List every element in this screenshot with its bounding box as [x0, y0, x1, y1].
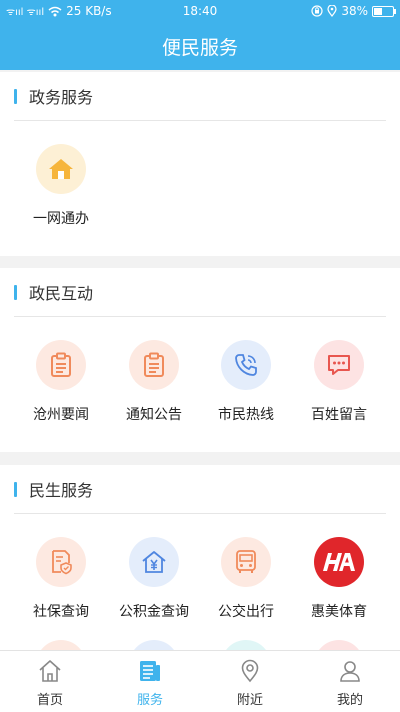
tab-label: 附近	[236, 693, 263, 708]
clipboard-icon	[144, 352, 164, 377]
tab-nearby[interactable]: 附近	[200, 651, 300, 712]
service-label: 惠美体育	[311, 604, 367, 620]
section-livelihood-services: 民生服务 社保查询 公积金查询 公交出行 惠美体育	[0, 465, 400, 651]
user-icon	[340, 661, 360, 682]
section-title: 政民互动	[29, 284, 94, 303]
chat-icon	[328, 355, 350, 375]
service-label: 通知公告	[126, 407, 182, 423]
document-shield-icon	[52, 550, 72, 575]
section-header: 民生服务	[14, 465, 386, 514]
service-item-notices[interactable]: 通知公告	[107, 340, 201, 424]
icon-bg	[221, 340, 271, 390]
service-label: 沧州要闻	[33, 407, 89, 423]
section-title: 民生服务	[29, 481, 94, 500]
tab-mine[interactable]: 我的	[300, 651, 400, 712]
service-item-social-security[interactable]: 社保查询	[14, 537, 108, 621]
news-icon	[140, 661, 160, 681]
battery-icon	[372, 5, 396, 17]
icon-bg	[129, 340, 179, 390]
icon-bg	[314, 340, 364, 390]
service-label: 一网通办	[33, 211, 89, 227]
icon-bg	[36, 340, 86, 390]
service-item-one-stop[interactable]: 一网通办	[14, 144, 108, 228]
service-item-cangzhou-news[interactable]: 沧州要闻	[14, 340, 108, 424]
page-title-bar: 便民服务	[0, 22, 400, 70]
section-header: 政务服务	[14, 72, 386, 121]
section-accent-bar	[14, 88, 17, 104]
service-item-bus[interactable]: 公交出行	[199, 537, 293, 621]
home-icon	[49, 159, 73, 179]
tab-services[interactable]: 服务	[100, 651, 200, 712]
tab-home[interactable]: 首页	[0, 651, 100, 712]
lock-rotation-icon	[311, 5, 323, 17]
section-accent-bar	[14, 481, 17, 497]
page-title: 便民服务	[161, 36, 238, 59]
location-icon	[241, 659, 259, 683]
clipboard-icon	[51, 352, 71, 377]
section-citizen-interaction: 政民互动 沧州要闻 通知公告 市民热线 百姓留言	[0, 268, 400, 452]
house-yen-icon	[142, 551, 166, 573]
service-label: 公交出行	[218, 604, 274, 620]
service-item-messages[interactable]: 百姓留言	[292, 340, 386, 424]
icon-bg	[129, 537, 179, 587]
location-status-icon	[327, 5, 337, 17]
icon-bg	[36, 537, 86, 587]
tab-label: 首页	[36, 693, 63, 708]
icon-bg	[36, 144, 86, 194]
status-right: 38%	[311, 4, 396, 18]
section-title: 政务服务	[29, 88, 94, 107]
huimei-logo-mark	[323, 553, 355, 571]
service-label: 市民热线	[218, 407, 274, 423]
tab-label: 我的	[336, 693, 363, 708]
section-government-services: 政务服务 一网通办	[0, 72, 400, 256]
bottom-tab-bar: 首页 服务 附近 我的	[0, 650, 400, 712]
tab-label: 服务	[136, 693, 163, 708]
service-label: 公积金查询	[119, 604, 189, 620]
section-header: 政民互动	[14, 268, 386, 317]
section-accent-bar	[14, 284, 17, 300]
service-item-huimei-sports[interactable]: 惠美体育	[292, 537, 386, 621]
icon-bg	[221, 537, 271, 587]
service-label: 百姓留言	[311, 407, 367, 423]
phone-icon	[235, 354, 257, 376]
service-label: 社保查询	[33, 604, 89, 620]
service-item-housing-fund[interactable]: 公积金查询	[107, 537, 201, 621]
battery-percent: 38%	[341, 4, 368, 18]
huimei-logo	[314, 537, 364, 587]
home-outline-icon	[39, 660, 61, 682]
status-bar: ᯤııl ᯤııl 25 KB/s 18:40 38%	[0, 0, 400, 22]
service-item-hotline[interactable]: 市民热线	[199, 340, 293, 424]
bus-icon	[236, 550, 256, 573]
